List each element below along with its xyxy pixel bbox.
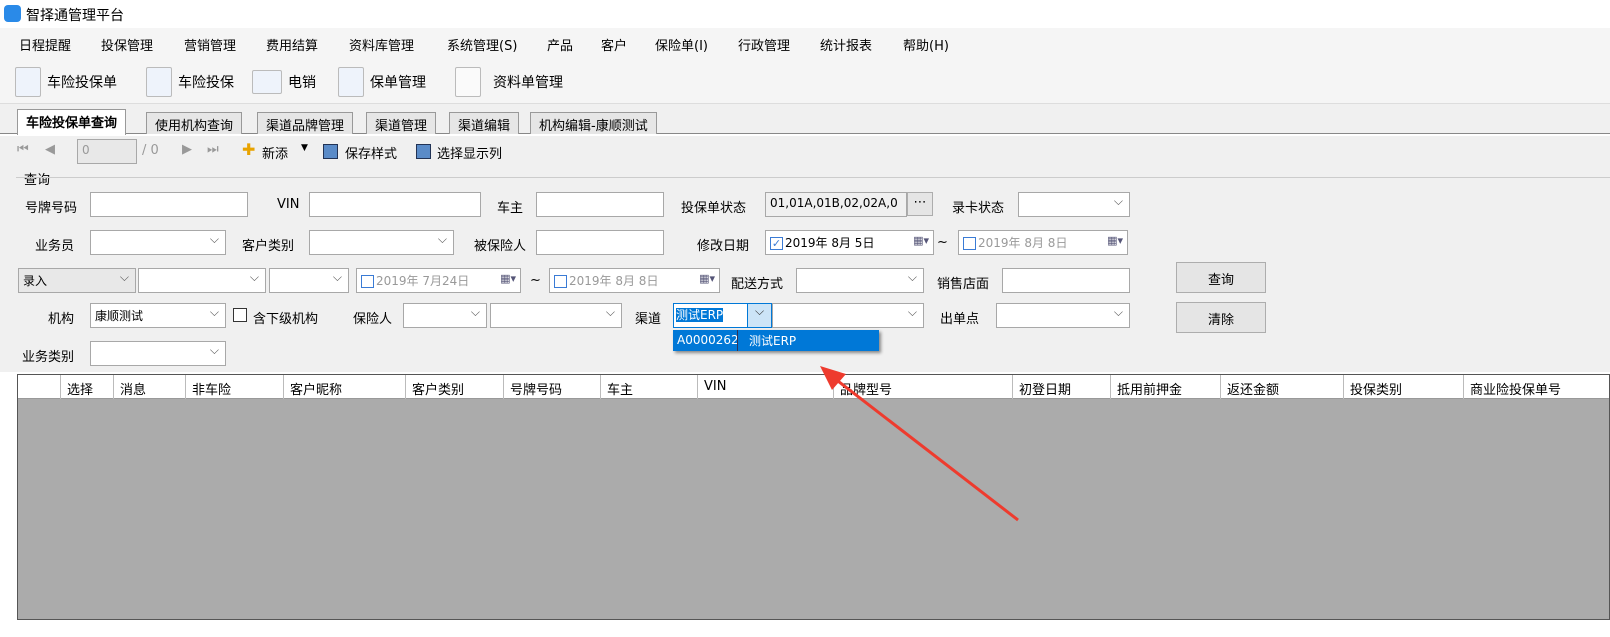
annotation-arrow [820,366,1019,522]
arrow-head [820,366,846,390]
arrow-line [833,376,1019,522]
